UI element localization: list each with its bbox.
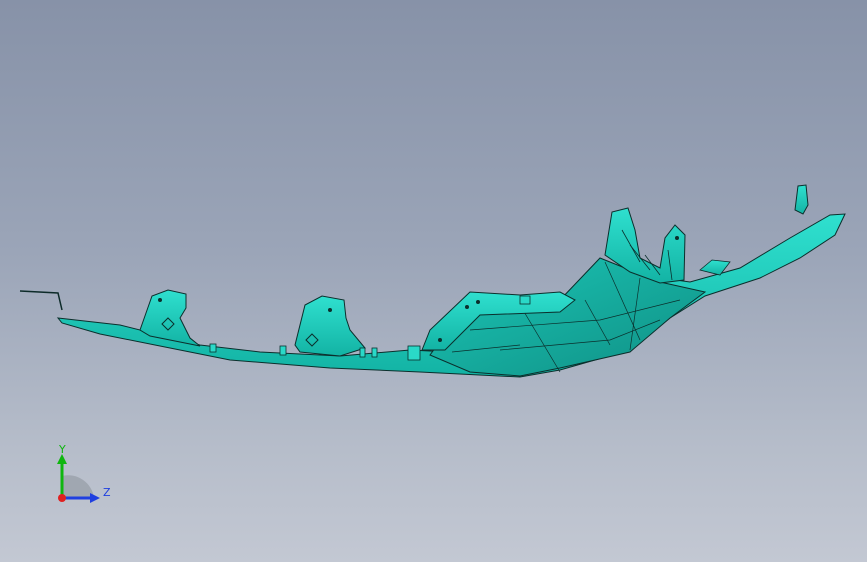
- mounting-bracket-center: [294, 295, 366, 357]
- axis-triad: Y Z: [40, 436, 120, 516]
- bumper-part-model[interactable]: [0, 0, 867, 562]
- end-bracket: [794, 184, 809, 215]
- axis-y-label: Y: [59, 443, 66, 456]
- axis-z-label: Z: [103, 486, 111, 499]
- graphics-viewport[interactable]: Y Z: [0, 0, 867, 562]
- triad-graphic: [57, 454, 100, 503]
- left-end-wire: [19, 290, 63, 311]
